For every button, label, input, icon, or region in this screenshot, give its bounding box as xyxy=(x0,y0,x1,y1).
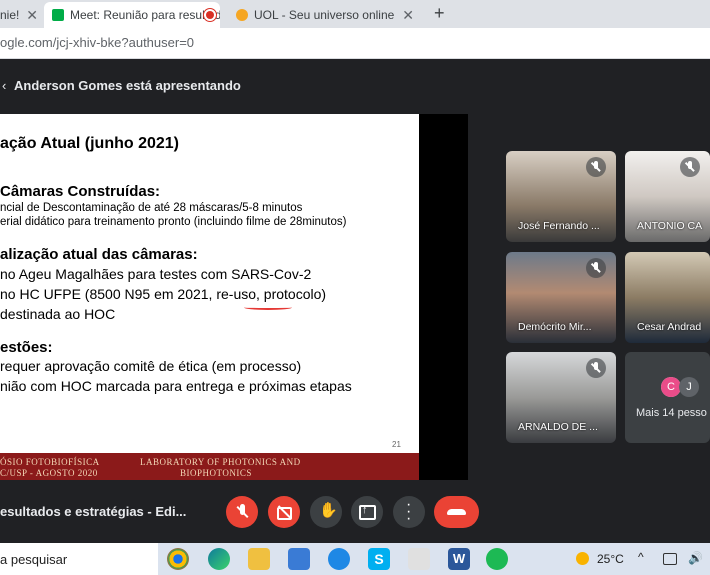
participant-name: Demócrito Mir... xyxy=(518,321,592,333)
skype-icon[interactable]: S xyxy=(368,548,390,570)
url-text[interactable]: ogle.com/jcj-xhiv-bke?authuser=0 xyxy=(0,35,194,50)
network-icon[interactable] xyxy=(663,553,677,565)
slide-letterbox xyxy=(419,114,468,480)
meeting-title: esultados e estratégias - Edi... xyxy=(0,504,187,519)
meet-icon xyxy=(52,9,64,21)
avatar: J xyxy=(679,377,699,397)
more-vert-icon: · · · xyxy=(406,496,412,527)
uol-icon xyxy=(236,9,248,21)
mic-off-icon xyxy=(586,157,606,177)
more-options-button[interactable]: · · · xyxy=(393,496,425,528)
tab-label: nie! xyxy=(0,8,20,22)
chrome-icon[interactable] xyxy=(167,548,189,570)
word-icon[interactable]: W xyxy=(448,548,470,570)
footer-text: ÓSIO FOTOBIOFÍSICA xyxy=(0,457,100,467)
recording-icon xyxy=(206,11,214,19)
presented-slide: ação Atual (junho 2021) Câmaras Construí… xyxy=(0,114,419,480)
edge-icon[interactable] xyxy=(208,548,230,570)
chevron-up-icon[interactable]: ^ xyxy=(638,550,644,564)
slide-title: ação Atual (junho 2021) xyxy=(0,135,179,152)
avatar: C xyxy=(661,377,681,397)
mic-off-icon xyxy=(586,258,606,278)
tab-meet[interactable]: Meet: Reunião para resultad xyxy=(44,2,220,28)
participant-tile[interactable]: ARNALDO DE ... xyxy=(506,352,616,443)
mic-off-icon xyxy=(680,157,700,177)
tab-label: Meet: Reunião para resultad xyxy=(70,8,220,22)
slide-section-title: alização atual das câmaras: xyxy=(0,246,198,263)
slide-line: requer aprovação comitê de ética (em pro… xyxy=(0,358,302,374)
file-explorer-icon[interactable] xyxy=(248,548,270,570)
mic-off-icon xyxy=(586,358,606,378)
close-icon[interactable]: ✕ xyxy=(402,7,414,24)
hand-icon: ✋ xyxy=(319,502,338,519)
slide-line: ncial de Descontaminação de até 28 másca… xyxy=(0,202,303,214)
slide-section-title: Câmaras Construídas: xyxy=(0,183,161,200)
slide-footer: ÓSIO FOTOBIOFÍSICA C/USP - AGOSTO 2020 L… xyxy=(0,453,419,480)
arrow-icon: ‹ xyxy=(2,78,7,93)
slide-page-number: 21 xyxy=(392,440,401,449)
tab-label: UOL - Seu universo online xyxy=(254,8,395,22)
slide-line: destinada ao HOC xyxy=(0,306,116,322)
participant-name: Cesar Andrad xyxy=(637,321,702,333)
close-icon[interactable]: ✕ xyxy=(26,7,38,24)
participant-tile[interactable]: ANTONIO CA xyxy=(625,151,710,242)
tab-previous[interactable]: nie! ✕ xyxy=(0,2,44,28)
present-button[interactable]: ↑ xyxy=(351,496,383,528)
hang-up-icon xyxy=(447,509,466,515)
spotify-icon[interactable] xyxy=(486,548,508,570)
search-placeholder[interactable]: a pesquisar xyxy=(0,552,67,567)
new-tab-button[interactable]: + xyxy=(434,3,445,24)
camera-toggle-button[interactable] xyxy=(268,496,300,528)
slide-line: nião com HOC marcada para entrega e próx… xyxy=(0,378,352,394)
footer-text: C/USP - AGOSTO 2020 xyxy=(0,468,98,478)
leave-call-button[interactable] xyxy=(434,496,479,528)
footer-text: BIOPHOTONICS xyxy=(180,468,252,478)
weather-icon xyxy=(576,552,589,565)
app-icon[interactable] xyxy=(328,548,350,570)
slide-line: no HC UFPE (8500 N95 em 2021, re-uso, pr… xyxy=(0,286,327,302)
paint-icon[interactable] xyxy=(408,548,430,570)
slide-line: erial didático para treinamento pronto (… xyxy=(0,216,347,228)
more-participants-label: Mais 14 pesso xyxy=(636,407,707,419)
participant-name: ARNALDO DE ... xyxy=(518,421,598,433)
participant-tile[interactable]: Cesar Andrad xyxy=(625,252,710,343)
tab-bar: nie! ✕ Meet: Reunião para resultad UOL -… xyxy=(0,0,710,28)
tab-uol[interactable]: UOL - Seu universo online ✕ xyxy=(228,2,420,28)
participant-name: José Fernando ... xyxy=(518,220,600,232)
participant-name: ANTONIO CA xyxy=(637,220,703,232)
participant-tile[interactable]: Demócrito Mir... xyxy=(506,252,616,343)
more-participants-tile[interactable]: C J Mais 14 pesso xyxy=(625,352,710,443)
slide-line: no Ageu Magalhães para testes com SARS-C… xyxy=(0,266,312,282)
store-icon[interactable] xyxy=(288,548,310,570)
temperature[interactable]: 25°C xyxy=(597,552,624,566)
underline-annotation xyxy=(244,305,292,310)
raise-hand-button[interactable]: ✋ xyxy=(310,496,342,528)
footer-text: LABORATORY OF PHOTONICS AND xyxy=(140,457,301,467)
slide-section-title: estões: xyxy=(0,339,53,356)
volume-icon[interactable]: 🔊 xyxy=(688,551,703,565)
mic-toggle-button[interactable] xyxy=(226,496,258,528)
participant-tile[interactable]: José Fernando ... xyxy=(506,151,616,242)
presenting-banner: Anderson Gomes está apresentando xyxy=(14,78,241,93)
